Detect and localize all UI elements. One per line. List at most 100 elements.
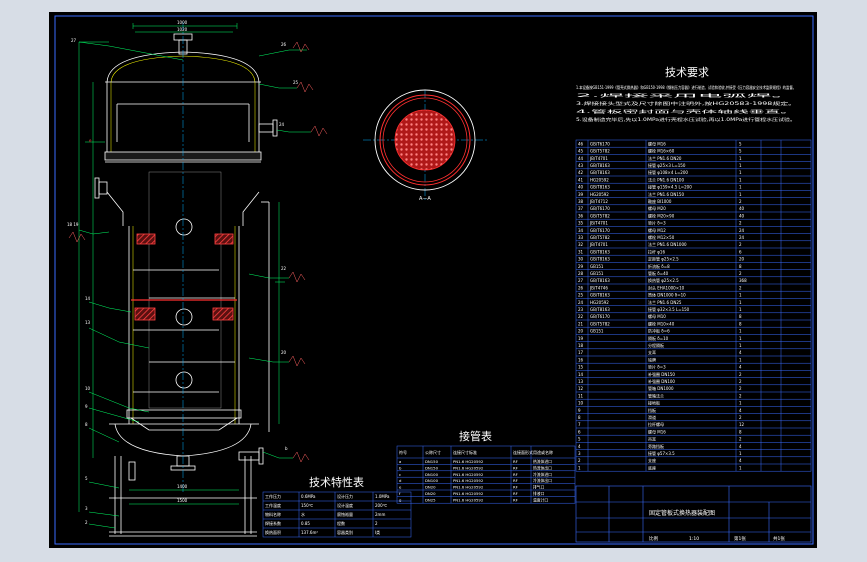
title-block[interactable]: 固定管板式换热器装配图 比例 1:10 第1张 共1张 (575, 485, 812, 543)
svg-text:1000: 1000 (177, 20, 188, 25)
bom-description: 隔板 δ=10 (648, 335, 669, 341)
bom-quantity: 1 (739, 336, 742, 341)
nozzle-table[interactable]: 接管表 符号 公称尺寸 连接尺寸标准 连接面形式 用途或名称 a DN150 PN1.6 HG… (396, 429, 576, 504)
bom-standard: GB/T5782 (590, 321, 610, 326)
bom-item-number: 43 (578, 163, 584, 168)
bom-item-number: 40 (578, 185, 584, 190)
tech-requirements: 技术要求 1.本设备按GB151-1999《管壳式换热器》和GB150-1998… (576, 66, 796, 123)
bom-item-number: 26 (578, 285, 584, 290)
characteristic-cell: 程数 (337, 520, 345, 526)
bom-description: 法兰 PN1.6 DN150 (648, 191, 684, 197)
bom-item-number: 20 (578, 329, 584, 334)
dimension-lines (68, 23, 328, 529)
bom-description: 螺母 M10 (648, 313, 666, 319)
bom-item-number: 11 (578, 393, 584, 398)
bom-standard: GB151 (590, 329, 604, 334)
bom-standard: GB/T8163 (590, 170, 610, 175)
svg-text:1500: 1500 (177, 498, 188, 503)
characteristic-cell: 水 (301, 511, 305, 517)
nozzle-cell: DN20 (425, 491, 436, 496)
bom-quantity: 8 (739, 314, 742, 319)
nozzle-cell: PN1.6 HG20592 (453, 485, 484, 490)
nozzle-cell: c (399, 472, 401, 477)
characteristics-table[interactable]: 技术特性表 工作压力 0.6MPa 设计压力 1.0MPa工作温度 150℃ 设计温度 20… (262, 475, 412, 538)
bom-quantity: 2 (739, 393, 742, 398)
svg-text:1400: 1400 (177, 484, 188, 489)
bom-standard: GB/T6170 (590, 141, 610, 146)
nozzle-cell: 冷流体进口 (533, 472, 552, 477)
bom-quantity: 4 (739, 365, 742, 370)
bom-description: 法兰 PN1.6 DN1000 (648, 241, 687, 247)
characteristic-cell: 设计温度 (337, 502, 353, 508)
bom-description: 防冲板 δ=6 (648, 328, 670, 334)
bill-of-materials-table[interactable]: 46 GB/T6170 螺母 M16 545 GB/T5782 螺栓 M16×60 544 J… (575, 139, 812, 472)
drawing-canvas[interactable]: 1000 1020 27 26 25 24 18 19 22 20 b 14 1… (49, 12, 817, 548)
bom-description: 旁路挡板 (648, 443, 664, 449)
bom-description: 补强圈 DN150 (648, 371, 675, 377)
drawing-sheet[interactable]: 1000 1020 27 26 25 24 18 19 22 20 b 14 1… (49, 12, 817, 548)
nozzle-cell: PN1.6 HG20592 (453, 491, 484, 496)
bom-description: 支耳 (648, 349, 656, 355)
bom-item-number: 12 (578, 386, 584, 391)
bom-quantity: 2 (739, 415, 742, 420)
bom-description: 接管 φ159×4.5 L=200 (648, 184, 692, 190)
bom-description: 支座 (648, 457, 656, 463)
bom-item-number: 32 (578, 242, 584, 247)
bom-standard: GB/T5782 (590, 149, 610, 154)
nozzle-cell: 热流体出口 (533, 465, 552, 470)
bom-description: 法兰 PN1.6 DN25 (648, 299, 682, 305)
characteristic-cell: I类 (375, 529, 380, 535)
bom-item-number: 30 (578, 257, 584, 262)
characteristic-cell: 焊接系数 (265, 520, 281, 526)
scale-value: 1:10 (689, 536, 699, 542)
sheet-number: 第1张 (734, 535, 746, 542)
bom-item-number: 8 (578, 415, 581, 420)
nozzle-cell: PN1.6 HG20592 (453, 459, 484, 464)
bom-quantity: 8 (739, 429, 742, 434)
bom-quantity: 24 (739, 235, 745, 240)
nozzle-cell: RF (513, 459, 518, 464)
nozzle-cell: RF (513, 491, 518, 496)
bom-quantity: 2 (739, 242, 742, 247)
bom-quantity: 8 (739, 321, 742, 326)
bom-standard: GB/T8163 (590, 249, 610, 254)
bom-description: 挡板 (648, 407, 656, 413)
svg-text:22: 22 (281, 266, 287, 271)
bom-description: 螺栓 M20×90 (648, 212, 675, 218)
nozzle-cell: DN150 (425, 459, 439, 464)
bom-description: 螺母 M20 (648, 205, 666, 211)
bom-quantity: 4 (739, 458, 742, 463)
bom-quantity: 1 (739, 300, 742, 305)
svg-text:18 19: 18 19 (67, 222, 79, 227)
nozzle-cell: DN20 (425, 485, 436, 490)
bom-standard: JB/T4701 (589, 242, 608, 247)
bom-item-number: 13 (578, 379, 584, 384)
bom-description: 管箱法兰 (648, 392, 664, 398)
svg-text:14: 14 (85, 296, 91, 301)
bom-quantity: 1 (739, 177, 742, 182)
nozzle-cell: RF (513, 465, 518, 470)
bom-standard: GB/T8163 (590, 257, 610, 262)
bom-item-number: 1 (578, 465, 581, 470)
svg-text:10: 10 (85, 386, 91, 391)
requirement-line: 2.焊接采用电弧焊。 (576, 92, 796, 99)
characteristic-cell: 0.6MPa (301, 494, 316, 499)
bom-description: 吊耳 (648, 437, 656, 442)
svg-text:1020: 1020 (177, 27, 188, 32)
bom-description: 铭牌 (648, 356, 656, 362)
bom-quantity: 5 (739, 149, 742, 154)
bom-item-number: 46 (578, 141, 584, 146)
nozzle-header: 公称尺寸 (425, 449, 441, 455)
bom-item-number: 3 (578, 451, 581, 456)
nozzle-cell: RF (513, 497, 518, 502)
bom-quantity: 1 (739, 357, 742, 362)
bom-quantity: 8 (739, 264, 742, 269)
bom-description: 法兰 PN1.6 DN20 (648, 155, 682, 161)
nozzle-cell: PN1.6 HG20592 (453, 472, 484, 477)
bom-item-number: 34 (578, 228, 584, 233)
bom-item-number: 44 (578, 156, 584, 161)
exchanger-elevation[interactable] (94, 33, 278, 537)
svg-text:8: 8 (85, 422, 88, 427)
bom-item-number: 31 (578, 249, 584, 254)
characteristic-cell: 物料名称 (265, 511, 281, 517)
